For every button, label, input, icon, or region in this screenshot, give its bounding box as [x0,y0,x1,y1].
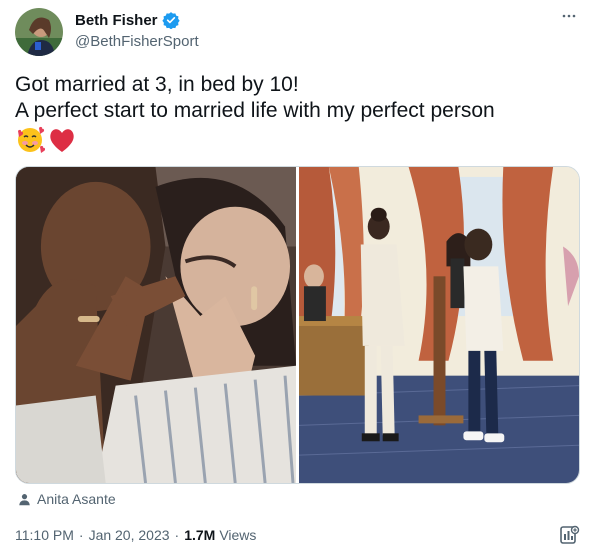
author-handle[interactable]: @BethFisherSport [75,33,199,50]
smiling-face-with-hearts-icon [15,125,46,160]
views-label: Views [219,527,257,543]
red-heart-icon [47,125,77,160]
photo-wedding-ceremony[interactable] [299,167,579,483]
author-block[interactable]: Beth Fisher @BethFisherSport [75,11,199,51]
tweet-line-1: Got married at 3, in bed by 10! [15,73,299,96]
tagged-user-name[interactable]: Anita Asante [37,491,116,507]
views-count: 1.7M [184,527,216,543]
avatar[interactable] [15,8,63,56]
tweet-emoji-row [15,125,77,160]
photo-selfie-rings[interactable] [16,167,296,483]
separator-dot: · [78,527,84,543]
tweet-date[interactable]: Jan 20, 2023 [89,527,170,543]
tweet-text: Got married at 3, in bed by 10! A perfec… [15,72,580,124]
tweet-header: Beth Fisher @BethFisherSport [15,8,585,58]
verified-badge-icon [161,11,180,30]
tweet-meta: 11:10 PM · Jan 20, 2023 · 1.7M Views [15,527,256,543]
tweet-line-2: A perfect start to married life with my … [15,99,495,122]
tagged-user[interactable]: Anita Asante [18,491,116,507]
tweet-time[interactable]: 11:10 PM [15,527,74,543]
more-dots-icon[interactable] [561,8,577,29]
person-icon [19,493,30,505]
analytics-icon[interactable] [558,524,580,546]
tweet-media[interactable] [15,166,580,484]
author-display-name[interactable]: Beth Fisher [75,12,158,29]
separator-dot: · [174,527,180,543]
